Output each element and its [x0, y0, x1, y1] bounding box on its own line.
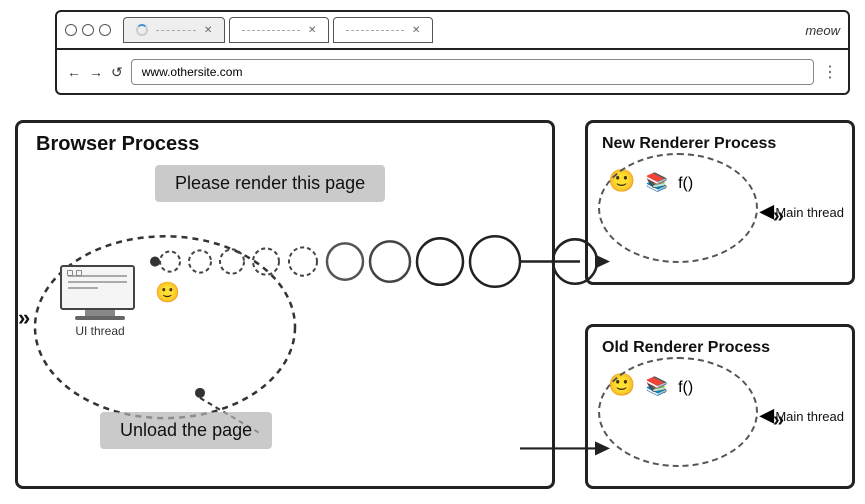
window-buttons [65, 24, 111, 36]
browser-window: ✕ ✕ ✕ meow ← → ↺ ⋮ [55, 10, 850, 95]
new-renderer-oval [598, 153, 758, 263]
ui-thread-area: UI thread [60, 265, 140, 338]
refresh-button[interactable]: ↺ [111, 64, 123, 81]
forward-button[interactable]: → [89, 64, 103, 80]
tab-bar: ✕ ✕ ✕ meow [57, 12, 848, 50]
win-btn-1 [65, 24, 77, 36]
tab-1-content [156, 30, 196, 31]
tab-2-content [242, 30, 300, 31]
meow-label: meow [805, 23, 840, 38]
new-renderer-box: New Renderer Process 🙂 📚 f() ◀ » Main th… [585, 120, 855, 285]
monitor-base [75, 316, 125, 320]
tab-1-close[interactable]: ✕ [204, 25, 212, 36]
screen-line-2 [68, 281, 127, 283]
new-renderer-label: New Renderer Process [602, 135, 776, 153]
left-chevrons: » [18, 305, 30, 331]
monitor [60, 265, 135, 310]
unload-message-text: Unload the page [120, 420, 252, 440]
menu-button[interactable]: ⋮ [822, 62, 838, 82]
tab-2[interactable]: ✕ [229, 17, 329, 43]
nav-icon-2 [76, 270, 82, 276]
new-renderer-arrow: ◀ [760, 201, 774, 222]
old-renderer-arrow: ◀ [760, 405, 774, 426]
old-renderer-oval [598, 357, 758, 467]
ui-thread-label: UI thread [60, 324, 140, 338]
screen-line-3 [68, 287, 98, 289]
browser-smiley: 🙂 [155, 280, 180, 305]
browser-process-label: Browser Process [36, 133, 199, 156]
render-message-banner: Please render this page [155, 165, 385, 202]
win-btn-2 [82, 24, 94, 36]
render-message-text: Please render this page [175, 173, 365, 193]
old-renderer-label: Old Renderer Process [602, 339, 770, 357]
win-btn-3 [99, 24, 111, 36]
tab-loading-spinner [136, 24, 148, 36]
address-bar-row: ← → ↺ ⋮ [57, 50, 848, 94]
unload-message-banner: Unload the page [100, 412, 272, 449]
nav-icon-1 [67, 270, 73, 276]
tab-3[interactable]: ✕ [333, 17, 433, 43]
back-button[interactable]: ← [67, 64, 81, 80]
tab-3-content [346, 30, 404, 31]
new-main-thread-label: Main thread [775, 205, 844, 220]
tab-1[interactable]: ✕ [123, 17, 225, 43]
diagram-area: Browser Process New Renderer Process 🙂 📚… [0, 110, 865, 504]
address-bar[interactable] [131, 59, 814, 85]
computer-icon-wrapper: UI thread [60, 265, 140, 338]
tab-3-close[interactable]: ✕ [412, 25, 420, 36]
old-main-thread-label: Main thread [775, 409, 844, 424]
tab-2-close[interactable]: ✕ [308, 25, 316, 36]
browser-nav-icons [67, 270, 82, 276]
old-renderer-box: Old Renderer Process 🙂 📚 f() ◀ » Main th… [585, 324, 855, 489]
